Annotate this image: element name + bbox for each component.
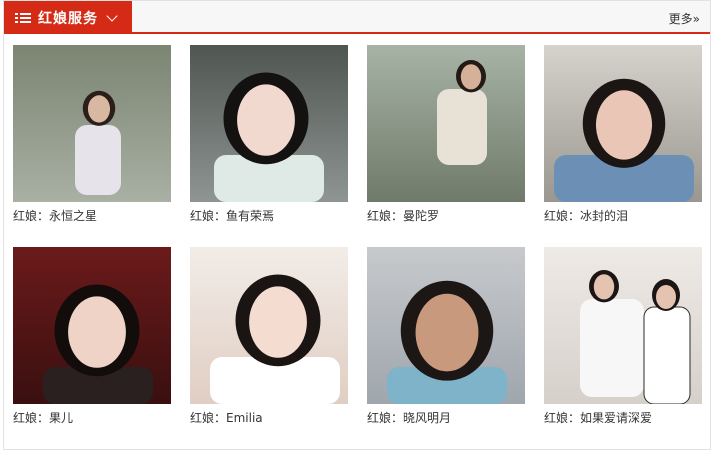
- profile-card[interactable]: 红娘：鱼有荣焉: [190, 45, 348, 224]
- profile-caption[interactable]: 红娘：如果爱请深爱: [544, 410, 702, 426]
- list-icon: [15, 12, 31, 24]
- profile-card[interactable]: 红娘：晓风明月: [367, 247, 525, 426]
- profile-caption[interactable]: 红娘：鱼有荣焉: [190, 208, 348, 224]
- profile-caption[interactable]: 红娘：曼陀罗: [367, 208, 525, 224]
- profile-caption[interactable]: 红娘：永恒之星: [13, 208, 171, 224]
- profile-caption[interactable]: 红娘：果儿: [13, 410, 171, 426]
- tab-matchmaker-service[interactable]: 红娘服务: [4, 1, 132, 34]
- profile-caption[interactable]: 红娘：晓风明月: [367, 410, 525, 426]
- chevron-down-icon: [106, 9, 118, 22]
- profile-card[interactable]: 红娘：曼陀罗: [367, 45, 525, 224]
- panel-title: 红娘服务: [38, 10, 98, 27]
- profile-photo[interactable]: [544, 247, 702, 404]
- profile-caption[interactable]: 红娘：Emilia: [190, 410, 348, 426]
- profile-photo[interactable]: [367, 45, 525, 202]
- matchmaker-service-panel: 红娘服务 更多» 红娘：永恒之星 红娘：鱼有荣焉 红娘：曼陀罗 红娘：冰封的泪 …: [3, 0, 711, 450]
- profile-photo[interactable]: [13, 247, 171, 404]
- profile-photo[interactable]: [367, 247, 525, 404]
- profile-card[interactable]: 红娘：果儿: [13, 247, 171, 426]
- profile-photo[interactable]: [190, 247, 348, 404]
- profile-caption[interactable]: 红娘：冰封的泪: [544, 208, 702, 224]
- profile-photo[interactable]: [190, 45, 348, 202]
- profile-card[interactable]: 红娘：冰封的泪: [544, 45, 702, 224]
- profile-card[interactable]: 红娘：Emilia: [190, 247, 348, 426]
- profile-card[interactable]: 红娘：永恒之星: [13, 45, 171, 224]
- panel-header: 红娘服务 更多»: [4, 1, 710, 34]
- more-link[interactable]: 更多»: [669, 10, 700, 27]
- profile-photo[interactable]: [13, 45, 171, 202]
- profile-photo[interactable]: [544, 45, 702, 202]
- profile-card[interactable]: 红娘：如果爱请深爱: [544, 247, 702, 426]
